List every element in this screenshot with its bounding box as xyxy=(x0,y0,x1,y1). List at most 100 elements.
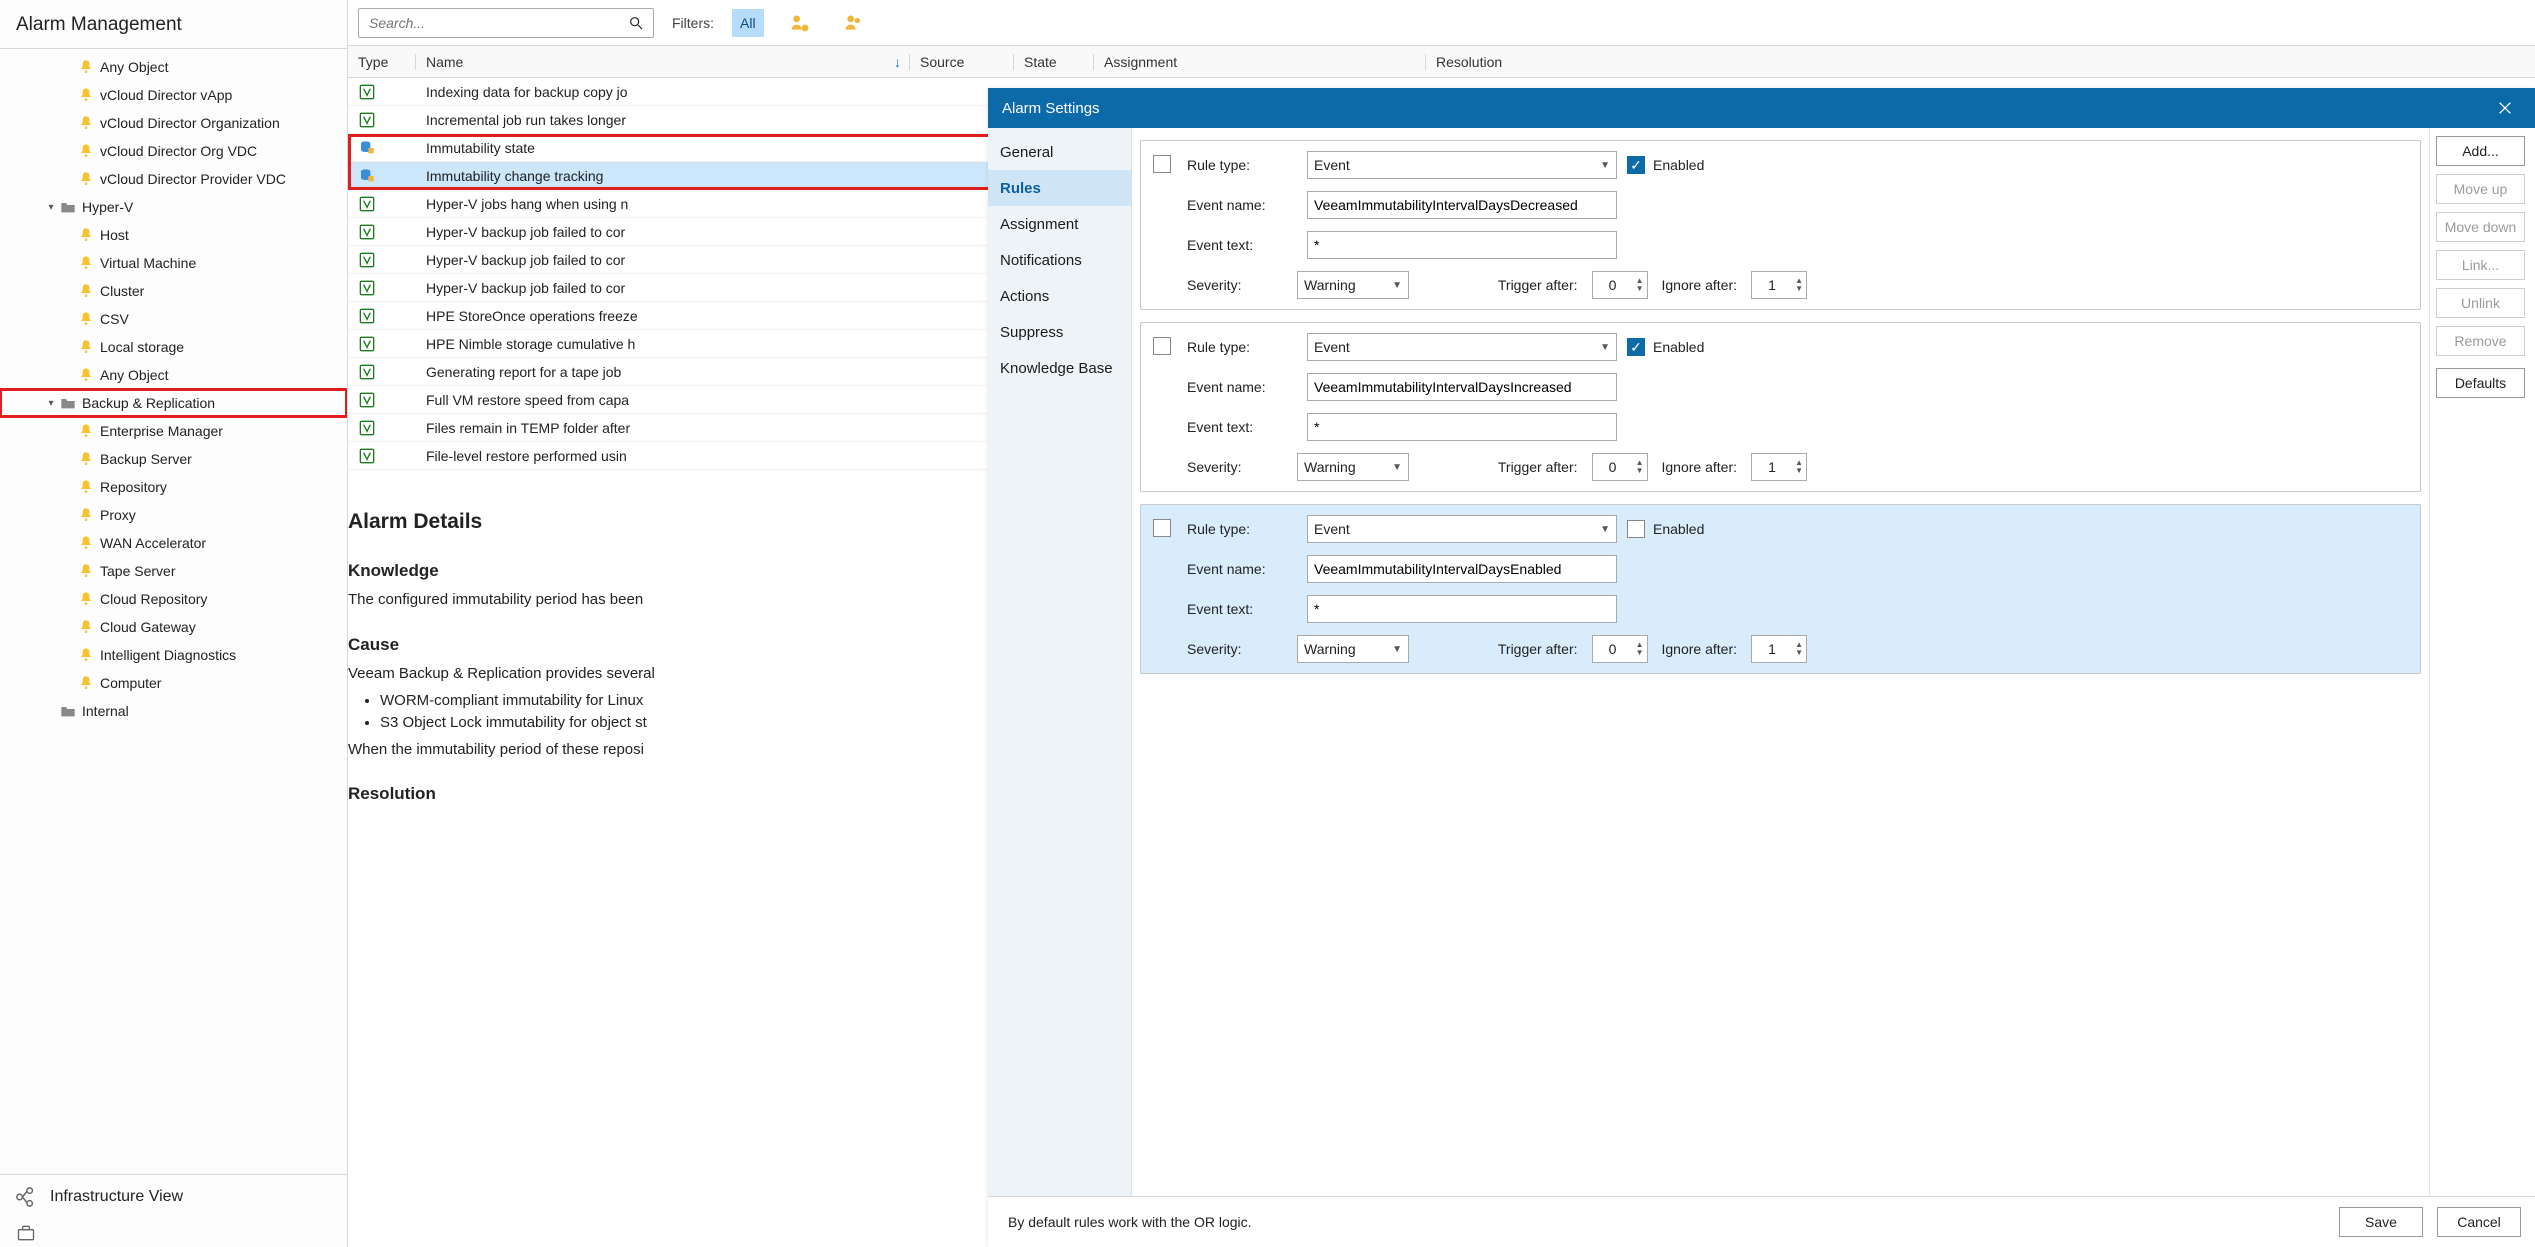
rule-card[interactable]: Rule type:Event▼✓EnabledEvent name:Event… xyxy=(1140,140,2421,310)
trigger-after-spinner[interactable]: 0▲▼ xyxy=(1592,271,1648,299)
tree-item[interactable]: Proxy xyxy=(0,501,347,529)
tree-item[interactable]: vCloud Director Org VDC xyxy=(0,137,347,165)
add-button[interactable]: Add... xyxy=(2436,136,2525,166)
ignore-after-spinner[interactable]: 1▲▼ xyxy=(1751,635,1807,663)
tree-item[interactable]: vCloud Director Provider VDC xyxy=(0,165,347,193)
tree-item[interactable]: WAN Accelerator xyxy=(0,529,347,557)
event-name-label: Event name: xyxy=(1187,379,1297,395)
enabled-label: Enabled xyxy=(1653,521,1704,537)
infrastructure-view-nav[interactable]: Infrastructure View xyxy=(0,1175,347,1219)
ignore-after-spinner[interactable]: 1▲▼ xyxy=(1751,453,1807,481)
cancel-button[interactable]: Cancel xyxy=(2437,1207,2521,1237)
dialog-nav-knowledge-base[interactable]: Knowledge Base xyxy=(988,350,1131,386)
col-type[interactable]: Type xyxy=(348,54,416,70)
rule-actions: Add... Move up Move down Link... Unlink … xyxy=(2429,128,2535,1196)
rule-select-checkbox[interactable] xyxy=(1153,519,1171,537)
event-name-input[interactable] xyxy=(1307,191,1617,219)
alarm-table-header: Type Name ↓ Source State Assignment Reso… xyxy=(348,46,2535,78)
filter-user-group-icon[interactable] xyxy=(836,9,872,37)
bell-icon xyxy=(76,114,96,132)
move-down-button[interactable]: Move down xyxy=(2436,212,2525,242)
move-up-button[interactable]: Move up xyxy=(2436,174,2525,204)
dialog-nav-general[interactable]: General xyxy=(988,134,1131,170)
trigger-after-label: Trigger after: xyxy=(1498,641,1578,657)
event-text-label: Event text: xyxy=(1187,237,1297,253)
sidebar-bottom-more[interactable] xyxy=(0,1219,347,1247)
col-assignment[interactable]: Assignment xyxy=(1094,54,1426,70)
tree-item-label: Host xyxy=(100,227,129,243)
tree-item[interactable]: CSV xyxy=(0,305,347,333)
event-text-input[interactable] xyxy=(1307,413,1617,441)
tree-folder[interactable]: ▾Hyper-V xyxy=(0,193,347,221)
close-icon[interactable] xyxy=(2489,92,2521,124)
tree-item[interactable]: Cluster xyxy=(0,277,347,305)
bell-icon xyxy=(76,618,96,636)
tree-item-label: vCloud Director Organization xyxy=(100,115,280,131)
severity-select[interactable]: Warning▼ xyxy=(1297,635,1409,663)
tree-folder[interactable]: ▾Backup & Replication xyxy=(0,389,347,417)
event-name-input[interactable] xyxy=(1307,555,1617,583)
dialog-nav-notifications[interactable]: Notifications xyxy=(988,242,1131,278)
dialog-nav-assignment[interactable]: Assignment xyxy=(988,206,1131,242)
rules-list[interactable]: Rule type: Event▼ ✓ Enabled Event name: Event… xyxy=(1132,128,2429,1196)
enabled-checkbox[interactable] xyxy=(1627,520,1645,538)
col-state[interactable]: State xyxy=(1014,54,1094,70)
dialog-nav-suppress[interactable]: Suppress xyxy=(988,314,1131,350)
rule-type-select[interactable]: Event▼ xyxy=(1307,151,1617,179)
search-icon[interactable] xyxy=(627,14,645,32)
tree-item[interactable]: vCloud Director vApp xyxy=(0,81,347,109)
filter-all[interactable]: All xyxy=(732,9,764,37)
tree-item[interactable]: Backup Server xyxy=(0,445,347,473)
event-text-input[interactable] xyxy=(1307,231,1617,259)
save-button[interactable]: Save xyxy=(2339,1207,2423,1237)
rule-card[interactable]: Rule type:Event▼EnabledEvent name:Event … xyxy=(1140,504,2421,674)
tree-item[interactable]: Computer xyxy=(0,669,347,697)
col-source[interactable]: Source xyxy=(910,54,1014,70)
tree-folder[interactable]: Internal xyxy=(0,697,347,725)
rule-select-checkbox[interactable] xyxy=(1153,155,1171,173)
backup-icon xyxy=(358,419,376,437)
rule-select-checkbox[interactable] xyxy=(1153,337,1171,355)
link-button[interactable]: Link... xyxy=(2436,250,2525,280)
filter-user-icon[interactable] xyxy=(782,9,818,37)
tree-item[interactable]: Tape Server xyxy=(0,557,347,585)
rule-card[interactable]: Rule type:Event▼✓EnabledEvent name:Event… xyxy=(1140,322,2421,492)
trigger-after-spinner[interactable]: 0▲▼ xyxy=(1592,453,1648,481)
tree-item[interactable]: Cloud Gateway xyxy=(0,613,347,641)
remove-button[interactable]: Remove xyxy=(2436,326,2525,356)
search-input-wrapper[interactable] xyxy=(358,8,654,38)
bell-icon xyxy=(76,646,96,664)
tree-item[interactable]: Enterprise Manager xyxy=(0,417,347,445)
tree-item[interactable]: vCloud Director Organization xyxy=(0,109,347,137)
rule-type-label: Rule type: xyxy=(1187,157,1297,173)
col-name[interactable]: Name ↓ xyxy=(416,54,910,70)
defaults-button[interactable]: Defaults xyxy=(2436,368,2525,398)
col-resolution[interactable]: Resolution xyxy=(1426,54,2535,70)
search-input[interactable] xyxy=(367,14,627,32)
severity-select[interactable]: Warning▼ xyxy=(1297,271,1409,299)
rule-type-select[interactable]: Event▼ xyxy=(1307,333,1617,361)
dialog-nav-actions[interactable]: Actions xyxy=(988,278,1131,314)
severity-select[interactable]: Warning▼ xyxy=(1297,453,1409,481)
enabled-checkbox[interactable]: ✓ xyxy=(1627,156,1645,174)
main-panel: Filters: All Type Name ↓ Source State As… xyxy=(348,0,2535,1247)
sidebar-tree[interactable]: Any ObjectvCloud Director vAppvCloud Dir… xyxy=(0,49,347,1174)
tree-item[interactable]: Repository xyxy=(0,473,347,501)
tree-item[interactable]: Cloud Repository xyxy=(0,585,347,613)
tree-item[interactable]: Local storage xyxy=(0,333,347,361)
tree-item-label: vCloud Director Provider VDC xyxy=(100,171,286,187)
tree-item[interactable]: Any Object xyxy=(0,361,347,389)
bell-icon xyxy=(76,478,96,496)
ignore-after-spinner[interactable]: 1▲▼ xyxy=(1751,271,1807,299)
tree-item[interactable]: Any Object xyxy=(0,53,347,81)
tree-item[interactable]: Virtual Machine xyxy=(0,249,347,277)
unlink-button[interactable]: Unlink xyxy=(2436,288,2525,318)
tree-item[interactable]: Intelligent Diagnostics xyxy=(0,641,347,669)
tree-item[interactable]: Host xyxy=(0,221,347,249)
event-text-input[interactable] xyxy=(1307,595,1617,623)
dialog-nav-rules[interactable]: Rules xyxy=(988,170,1131,206)
trigger-after-spinner[interactable]: 0▲▼ xyxy=(1592,635,1648,663)
event-name-input[interactable] xyxy=(1307,373,1617,401)
rule-type-select[interactable]: Event▼ xyxy=(1307,515,1617,543)
enabled-checkbox[interactable]: ✓ xyxy=(1627,338,1645,356)
